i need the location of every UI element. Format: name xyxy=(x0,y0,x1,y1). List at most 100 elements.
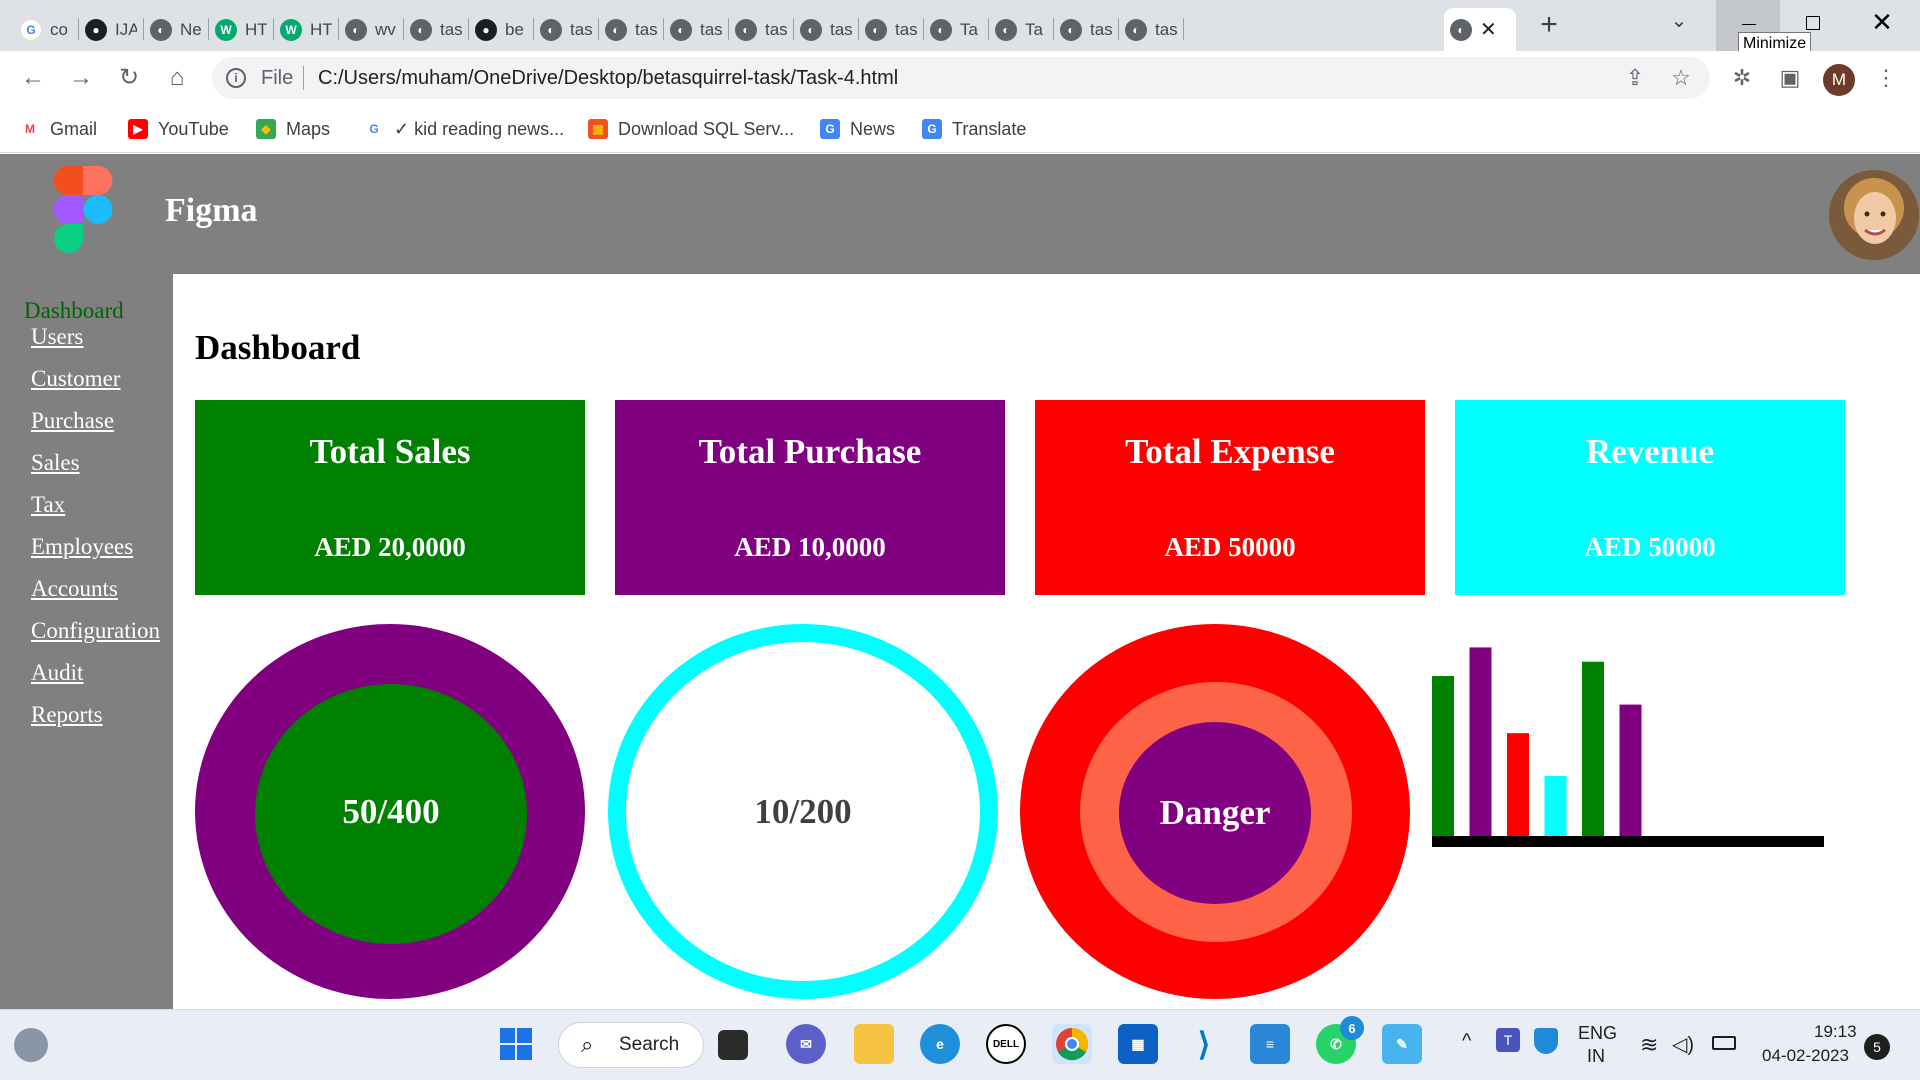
browser-tab[interactable]: Gco xyxy=(14,8,79,51)
user-avatar[interactable] xyxy=(1829,170,1919,260)
browser-tab[interactable]: ◐ Ne xyxy=(144,8,209,51)
card-title: Total Expense xyxy=(1125,432,1335,471)
gmail-icon: M xyxy=(20,119,40,139)
browser-tab[interactable]: ◐ tas xyxy=(599,8,664,51)
browser-tab[interactable]: ◐ wv xyxy=(339,8,404,51)
region-indicator[interactable]: IN xyxy=(1587,1046,1605,1067)
bookmark-star-icon[interactable]: ☆ xyxy=(1668,65,1694,91)
page-title: Dashboard xyxy=(195,328,361,367)
browser-tab[interactable]: ◐ tas xyxy=(534,8,599,51)
chart-bar xyxy=(1544,776,1567,836)
back-arrow-icon[interactable]: ← xyxy=(16,61,50,95)
browser-tab-active[interactable]: ◐ ✕ xyxy=(1444,8,1516,51)
share-icon[interactable]: ⇪ xyxy=(1622,65,1648,91)
sidebar-link-configuration[interactable]: Configuration xyxy=(31,618,160,644)
sidebar-link-tax[interactable]: Tax xyxy=(31,492,65,518)
bookmark-item[interactable]: ▦ Download SQL Serv... xyxy=(588,115,794,143)
browser-tab-title: tas xyxy=(765,19,787,39)
browser-tab[interactable]: ◐ tas xyxy=(794,8,859,51)
language-indicator[interactable]: ENG xyxy=(1578,1023,1617,1044)
close-tab-icon[interactable]: ✕ xyxy=(1480,17,1497,42)
window-close-button[interactable]: ✕ xyxy=(1844,0,1920,51)
dell-icon[interactable]: DELL xyxy=(986,1024,1026,1064)
w3schools-icon: W xyxy=(280,18,302,41)
browser-tab-title: tas xyxy=(700,19,722,39)
tab-search-chevron-icon[interactable]: ⌄ xyxy=(1668,8,1690,36)
tray-overflow-chevron-icon[interactable]: ^ xyxy=(1462,1030,1471,1053)
new-tab-button[interactable]: + xyxy=(1536,8,1562,42)
bookmark-item[interactable]: G Translate xyxy=(922,115,1026,143)
clock-time[interactable]: 19:13 xyxy=(1814,1022,1857,1042)
browser-tab[interactable]: ◐ Ta xyxy=(924,8,989,51)
bookmark-item[interactable]: G News xyxy=(820,115,895,143)
site-info-icon[interactable]: i xyxy=(226,68,246,88)
task-view-icon[interactable] xyxy=(718,1030,748,1060)
bookmark-item[interactable]: ◆ Maps xyxy=(256,115,330,143)
browser-tab-title: wv xyxy=(375,19,396,39)
side-panel-icon[interactable]: ▣ xyxy=(1774,61,1806,95)
sidebar-link-accounts[interactable]: Accounts xyxy=(31,576,118,602)
browser-tab[interactable]: ◐ tas xyxy=(664,8,729,51)
sidebar-link-users[interactable]: Users xyxy=(31,324,83,350)
teams-tray-icon[interactable]: T xyxy=(1496,1028,1520,1052)
browser-tab[interactable]: ◐ tas xyxy=(1054,8,1119,51)
sidebar: Dashboard Users Customer Purchase Sales Tax E… xyxy=(0,274,173,1009)
address-url[interactable]: C:/Users/muham/OneDrive/Desktop/betasqui… xyxy=(318,67,898,90)
paint-icon[interactable]: ✎ xyxy=(1382,1024,1422,1064)
globe-icon: ◐ xyxy=(670,18,692,41)
reload-icon[interactable]: ↻ xyxy=(112,61,146,95)
browser-tab[interactable]: ◐ tas xyxy=(404,8,469,51)
taskbar-search[interactable]: ⌕ Search xyxy=(558,1022,704,1068)
sidebar-link-purchase[interactable]: Purchase xyxy=(31,408,114,434)
browser-tab[interactable]: ● IJA xyxy=(79,8,144,51)
globe-icon: ◐ xyxy=(865,18,887,41)
browser-tab[interactable]: ◐ tas xyxy=(1119,8,1184,51)
browser-tab[interactable]: ◐ tas xyxy=(729,8,794,51)
weather-widget-icon[interactable] xyxy=(14,1028,48,1062)
address-bar[interactable]: i File C:/Users/muham/OneDrive/Desktop/b… xyxy=(212,57,1710,99)
file-explorer-icon[interactable] xyxy=(854,1024,894,1064)
browser-tab[interactable]: ● be xyxy=(469,8,534,51)
bookmark-item[interactable]: G ✓ kid reading news... xyxy=(364,115,564,143)
search-icon: ⌕ xyxy=(581,1032,594,1057)
translate-icon: G xyxy=(922,119,942,139)
battery-icon[interactable] xyxy=(1712,1036,1736,1050)
defender-shield-icon[interactable] xyxy=(1534,1028,1558,1054)
sidebar-link-sales[interactable]: Sales xyxy=(31,450,80,476)
teams-chat-icon[interactable]: ✉ xyxy=(786,1024,826,1064)
sidebar-link-audit[interactable]: Audit xyxy=(31,660,83,686)
sidebar-link-reports[interactable]: Reports xyxy=(31,702,103,728)
sidebar-link-customer[interactable]: Customer xyxy=(31,366,120,392)
browser-tab[interactable]: W HT xyxy=(274,8,339,51)
windows-start-icon[interactable] xyxy=(496,1024,536,1064)
volume-icon[interactable]: ◁) xyxy=(1672,1032,1694,1057)
notepad-icon[interactable]: ≡ xyxy=(1250,1024,1290,1064)
figma-logo-icon xyxy=(53,166,113,253)
brand-name: Figma xyxy=(165,192,258,229)
youtube-icon: ▶ xyxy=(128,119,148,139)
bookmark-item[interactable]: ▶ YouTube xyxy=(128,115,229,143)
browser-tab[interactable]: ◐ tas xyxy=(859,8,924,51)
bookmark-item[interactable]: M Gmail xyxy=(20,115,97,143)
vscode-icon[interactable]: ⟩ xyxy=(1184,1024,1224,1064)
chrome-taskbar-icon[interactable] xyxy=(1052,1024,1092,1064)
microsoft-store-icon[interactable]: ▦ xyxy=(1118,1024,1158,1064)
browser-menu-icon[interactable]: ⋮ xyxy=(1870,61,1902,95)
browser-tab[interactable]: W HT xyxy=(209,8,274,51)
forward-arrow-icon[interactable]: → xyxy=(64,61,98,95)
revenue-card: Revenue AED 50000 xyxy=(1455,400,1845,595)
sidebar-link-employees[interactable]: Employees xyxy=(31,534,133,560)
wifi-icon[interactable]: ≋ xyxy=(1640,1032,1658,1058)
sidebar-title[interactable]: Dashboard xyxy=(24,298,124,324)
browser-tab-title: tas xyxy=(1155,19,1177,39)
home-icon[interactable]: ⌂ xyxy=(160,61,194,95)
notification-badge[interactable]: 5 xyxy=(1864,1034,1890,1060)
extensions-puzzle-icon[interactable]: ✲ xyxy=(1726,61,1758,95)
browser-tab[interactable]: ◐ Ta xyxy=(989,8,1054,51)
taskbar-search-label: Search xyxy=(619,1034,680,1055)
edge-icon[interactable]: e xyxy=(920,1024,960,1064)
globe-icon: ◐ xyxy=(150,18,172,41)
profile-avatar[interactable]: M xyxy=(1823,64,1855,96)
page-header: Figma xyxy=(0,154,1920,274)
clock-date[interactable]: 04-02-2023 xyxy=(1762,1046,1849,1066)
